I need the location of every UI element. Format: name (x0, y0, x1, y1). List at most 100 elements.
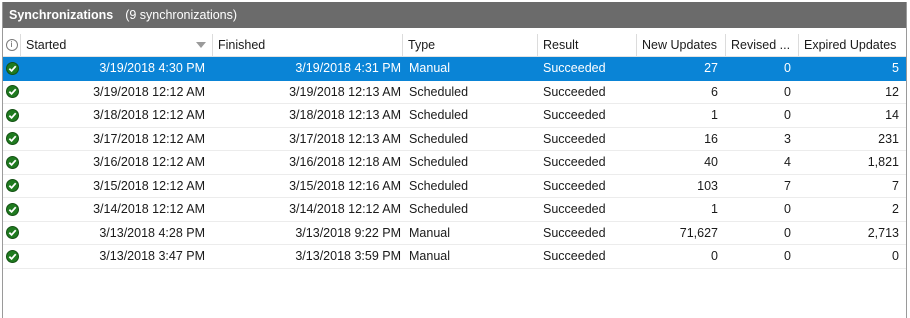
new-updates-cell: 0 (711, 249, 718, 264)
table-row[interactable]: 3/18/2018 12:12 AM 3/18/2018 12:13 AM Sc… (3, 104, 906, 128)
started-cell: 3/13/2018 3:47 PM (99, 249, 205, 264)
success-check-icon (5, 179, 19, 193)
synchronizations-panel: Synchronizations (9 synchronizations) i … (2, 2, 907, 318)
expired-updates-cell: 5 (892, 61, 899, 76)
new-updates-cell: 6 (711, 84, 718, 99)
column-header-expired-updates[interactable]: Expired Updates (799, 34, 905, 56)
finished-cell: 3/19/2018 4:31 PM (295, 61, 401, 76)
result-cell: Succeeded (543, 155, 606, 170)
type-cell: Manual (409, 225, 450, 240)
revised-cell: 0 (784, 249, 791, 264)
new-updates-cell: 103 (697, 178, 718, 193)
expired-updates-cell: 12 (885, 84, 899, 99)
finished-cell: 3/14/2018 12:12 AM (289, 202, 401, 217)
expired-updates-cell: 2 (892, 202, 899, 217)
sort-descending-icon (196, 42, 206, 48)
finished-cell: 3/13/2018 3:59 PM (295, 249, 401, 264)
column-header-type[interactable]: Type (403, 34, 538, 56)
success-check-icon (5, 108, 19, 122)
type-cell: Scheduled (409, 84, 469, 99)
result-cell: Succeeded (543, 84, 606, 99)
started-cell: 3/19/2018 12:12 AM (93, 84, 205, 99)
success-check-icon (5, 249, 19, 263)
table-row[interactable]: 3/19/2018 4:30 PM 3/19/2018 4:31 PM Manu… (3, 57, 906, 81)
success-check-icon (5, 202, 19, 216)
type-cell: Manual (409, 61, 450, 76)
column-header-revised[interactable]: Revised ... (726, 34, 799, 56)
revised-cell: 0 (784, 61, 791, 76)
finished-cell: 3/17/2018 12:13 AM (289, 131, 401, 146)
finished-cell: 3/19/2018 12:13 AM (289, 84, 401, 99)
column-header-new-updates[interactable]: New Updates (637, 34, 726, 56)
new-updates-cell: 1 (711, 108, 718, 123)
type-cell: Scheduled (409, 178, 469, 193)
column-header-started-label: Started (26, 38, 67, 52)
success-check-icon (5, 155, 19, 169)
column-header-result[interactable]: Result (538, 34, 637, 56)
column-header-revised-label: Revised ... (731, 38, 791, 52)
revised-cell: 3 (784, 131, 791, 146)
expired-updates-cell: 0 (892, 249, 899, 264)
column-header-finished-label: Finished (218, 38, 266, 52)
column-header-result-label: Result (543, 38, 579, 52)
type-cell: Scheduled (409, 108, 469, 123)
panel-title: Synchronizations (9, 8, 114, 22)
synchronization-list: 3/19/2018 4:30 PM 3/19/2018 4:31 PM Manu… (3, 57, 906, 269)
new-updates-cell: 27 (704, 61, 718, 76)
type-cell: Manual (409, 249, 450, 264)
expired-updates-cell: 1,821 (867, 155, 899, 170)
revised-cell: 0 (784, 225, 791, 240)
synchronization-count: (9 synchronizations) (125, 8, 238, 22)
new-updates-cell: 1 (711, 202, 718, 217)
started-cell: 3/19/2018 4:30 PM (99, 61, 205, 76)
expired-updates-cell: 231 (878, 131, 899, 146)
revised-cell: 4 (784, 155, 791, 170)
result-cell: Succeeded (543, 108, 606, 123)
result-cell: Succeeded (543, 131, 606, 146)
success-check-icon (5, 132, 19, 146)
column-header-type-label: Type (408, 38, 436, 52)
column-header-status[interactable]: i (3, 34, 21, 56)
info-icon: i (5, 39, 18, 51)
column-header-expired-updates-label: Expired Updates (804, 38, 897, 52)
finished-cell: 3/13/2018 9:22 PM (295, 225, 401, 240)
result-cell: Succeeded (543, 249, 606, 264)
table-header: i Started Finished Type Result New Updat… (3, 34, 906, 57)
started-cell: 3/14/2018 12:12 AM (93, 202, 205, 217)
started-cell: 3/15/2018 12:12 AM (93, 178, 205, 193)
new-updates-cell: 16 (704, 131, 718, 146)
table-row[interactable]: 3/16/2018 12:12 AM 3/16/2018 12:18 AM Sc… (3, 151, 906, 175)
new-updates-cell: 40 (704, 155, 718, 170)
success-check-icon (5, 85, 19, 99)
column-header-finished[interactable]: Finished (213, 34, 403, 56)
started-cell: 3/18/2018 12:12 AM (93, 108, 205, 123)
finished-cell: 3/18/2018 12:13 AM (289, 108, 401, 123)
expired-updates-cell: 14 (885, 108, 899, 123)
result-cell: Succeeded (543, 178, 606, 193)
result-cell: Succeeded (543, 225, 606, 240)
finished-cell: 3/16/2018 12:18 AM (289, 155, 401, 170)
type-cell: Scheduled (409, 131, 469, 146)
revised-cell: 0 (784, 84, 791, 99)
table-row[interactable]: 3/13/2018 4:28 PM 3/13/2018 9:22 PM Manu… (3, 222, 906, 245)
revised-cell: 0 (784, 108, 791, 123)
table-row[interactable]: 3/14/2018 12:12 AM 3/14/2018 12:12 AM Sc… (3, 198, 906, 222)
table-row[interactable]: 3/15/2018 12:12 AM 3/15/2018 12:16 AM Sc… (3, 175, 906, 198)
panel-titlebar: Synchronizations (9 synchronizations) (3, 2, 906, 28)
expired-updates-cell: 7 (892, 178, 899, 193)
type-cell: Scheduled (409, 155, 469, 170)
expired-updates-cell: 2,713 (867, 225, 899, 240)
column-header-new-updates-label: New Updates (642, 38, 718, 52)
success-check-icon (5, 226, 19, 240)
result-cell: Succeeded (543, 202, 606, 217)
table-row[interactable]: 3/19/2018 12:12 AM 3/19/2018 12:13 AM Sc… (3, 81, 906, 104)
table-row[interactable]: 3/17/2018 12:12 AM 3/17/2018 12:13 AM Sc… (3, 128, 906, 151)
revised-cell: 0 (784, 202, 791, 217)
started-cell: 3/16/2018 12:12 AM (93, 155, 205, 170)
table-row[interactable]: 3/13/2018 3:47 PM 3/13/2018 3:59 PM Manu… (3, 245, 906, 269)
column-header-started[interactable]: Started (21, 34, 213, 56)
started-cell: 3/17/2018 12:12 AM (93, 131, 205, 146)
revised-cell: 7 (784, 178, 791, 193)
type-cell: Scheduled (409, 202, 469, 217)
started-cell: 3/13/2018 4:28 PM (99, 225, 205, 240)
